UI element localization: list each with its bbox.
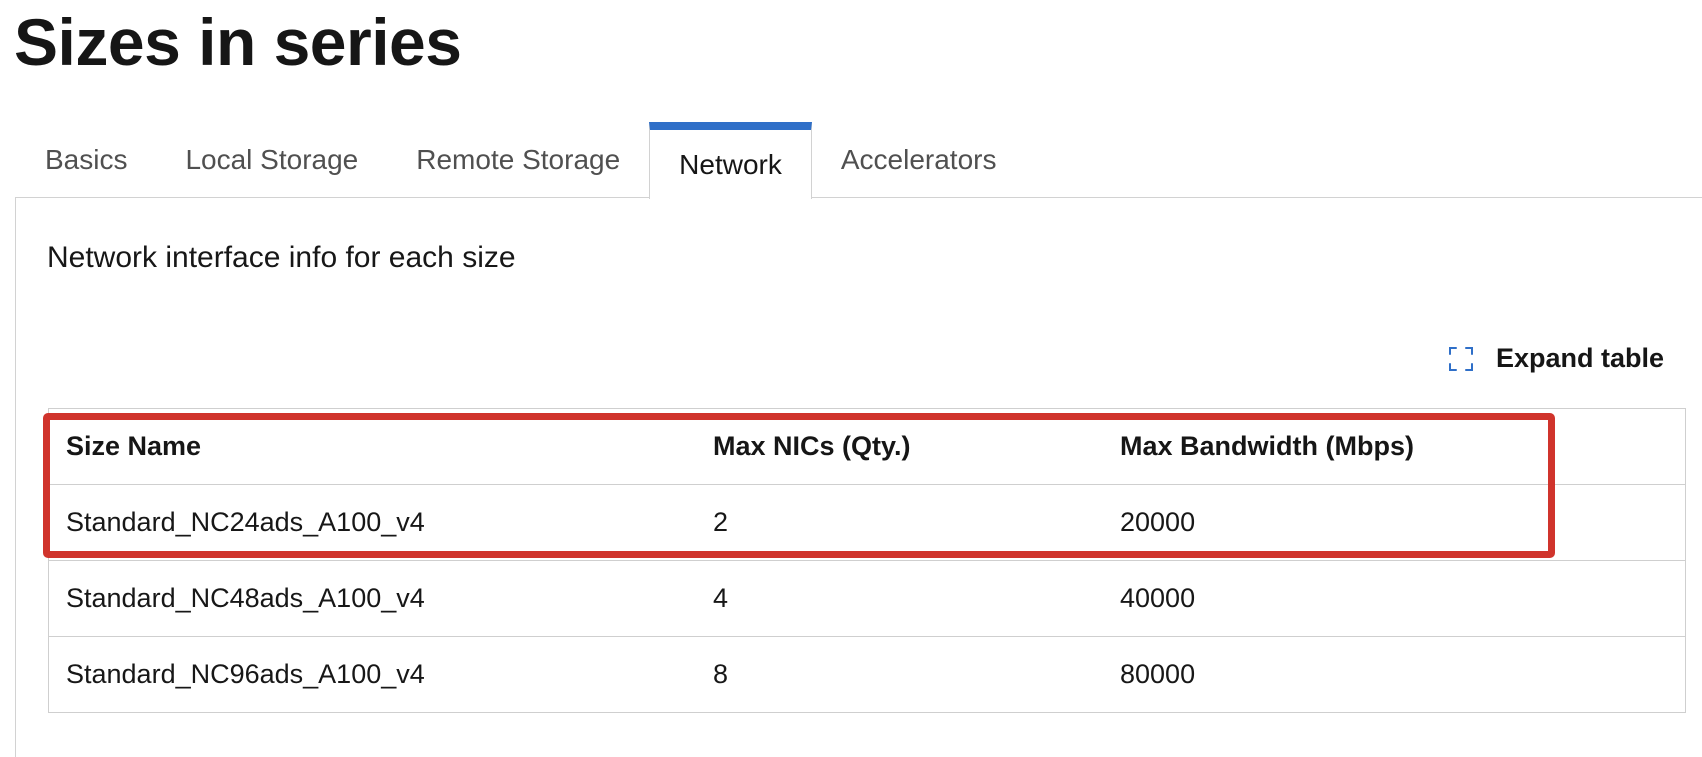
tab-local-storage[interactable]: Local Storage <box>156 122 387 198</box>
table-row: Standard_NC96ads_A100_v4 8 80000 <box>49 637 1685 713</box>
tab-basics[interactable]: Basics <box>16 122 156 198</box>
cell-max-bandwidth: 20000 <box>1103 484 1685 561</box>
page-title: Sizes in series <box>14 5 462 79</box>
table-row: Standard_NC48ads_A100_v4 4 40000 <box>49 560 1685 637</box>
cell-max-bandwidth: 40000 <box>1103 560 1685 637</box>
tab-remote-storage[interactable]: Remote Storage <box>387 122 649 198</box>
sizes-table: Size Name Max NICs (Qty.) Max Bandwidth … <box>48 408 1686 713</box>
cell-size-name: Standard_NC48ads_A100_v4 <box>49 560 696 637</box>
column-header-size-name[interactable]: Size Name <box>49 409 696 485</box>
cell-size-name: Standard_NC24ads_A100_v4 <box>49 484 696 561</box>
cell-size-name: Standard_NC96ads_A100_v4 <box>66 659 425 689</box>
column-header-max-nics[interactable]: Max NICs (Qty.) <box>696 409 1103 485</box>
cell-max-nics: 4 <box>696 560 1103 637</box>
tab-bar: Basics Local Storage Remote Storage Netw… <box>16 122 1026 199</box>
cell-max-nics: 2 <box>696 484 1103 561</box>
tab-accelerators[interactable]: Accelerators <box>812 122 1026 198</box>
column-header-max-bandwidth[interactable]: Max Bandwidth (Mbps) <box>1103 409 1685 485</box>
table-header-row: Size Name Max NICs (Qty.) Max Bandwidth … <box>49 409 1685 485</box>
panel-description: Network interface info for each size <box>47 241 516 274</box>
expand-table-button[interactable]: Expand table <box>1448 343 1664 374</box>
table-row: Standard_NC24ads_A100_v4 2 20000 <box>49 484 1685 561</box>
cell-max-bandwidth: 80000 <box>1120 659 1196 689</box>
expand-icon <box>1448 346 1474 372</box>
tab-network[interactable]: Network <box>649 122 812 199</box>
expand-table-label: Expand table <box>1496 343 1665 373</box>
cell-max-nics: 8 <box>713 659 729 689</box>
